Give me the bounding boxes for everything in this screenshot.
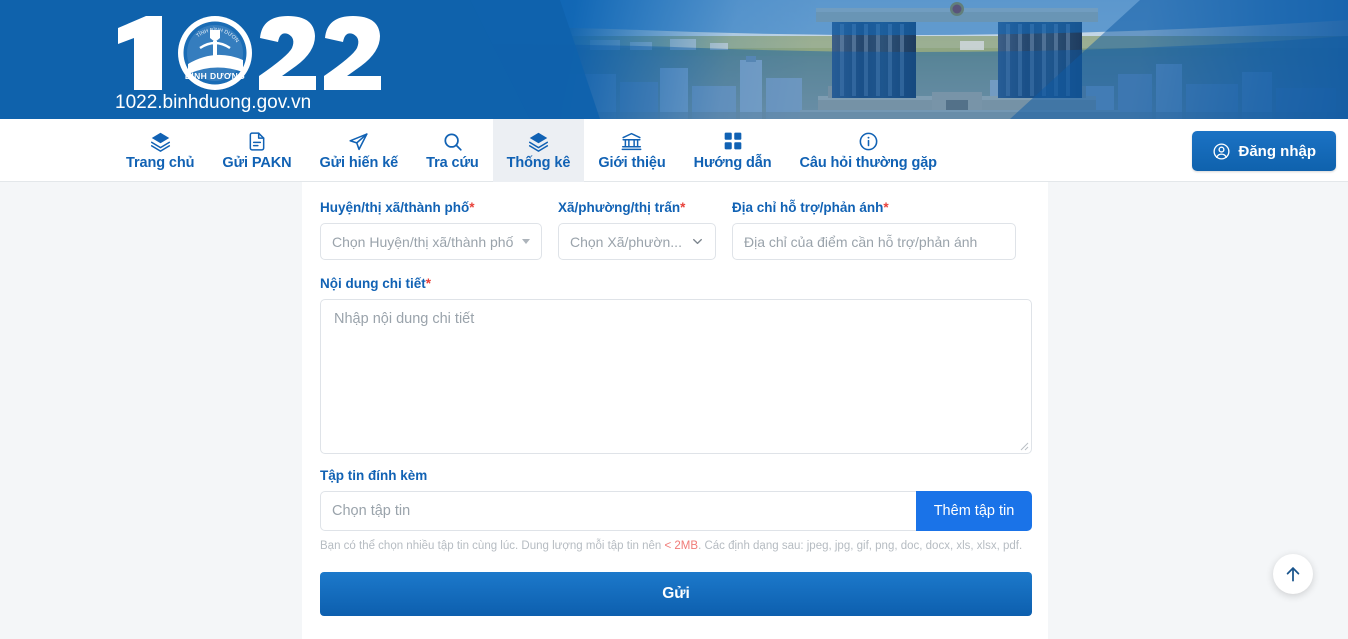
- site-header-banner: BÌNH DƯƠNG TỈNH BÌNH DƯƠNG 1022.binhduon…: [0, 0, 1348, 119]
- address-input[interactable]: Địa chỉ của điểm cần hỗ trợ/phản ánh: [732, 223, 1016, 260]
- required-mark: *: [883, 200, 889, 215]
- ward-select[interactable]: Chọn Xã/phườn...: [558, 223, 716, 260]
- nav-label: Hướng dẫn: [693, 155, 772, 171]
- nav-label: Tra cứu: [426, 155, 479, 171]
- nav-item-list: Trang chủ Gửi PAKN Gửi hiến kế Tra cứu T…: [112, 119, 951, 182]
- ward-label: Xã/phường/thị trấn*: [558, 200, 686, 215]
- nav-label: Câu hỏi thường gặp: [799, 155, 938, 171]
- nav-label: Giới thiệu: [598, 155, 666, 171]
- user-circle-icon: [1212, 142, 1231, 161]
- arrow-up-icon: [1283, 564, 1303, 584]
- feedback-form-card: Huyện/thị xã/thành phố* Chọn Huyện/thị x…: [302, 182, 1048, 639]
- district-field: Huyện/thị xã/thành phố* Chọn Huyện/thị x…: [320, 200, 542, 260]
- attachment-placeholder: Chọn tập tin: [332, 503, 411, 519]
- page-body: Huyện/thị xã/thành phố* Chọn Huyện/thị x…: [0, 182, 1348, 639]
- layers-icon: [527, 130, 549, 152]
- attachment-input[interactable]: Chọn tập tin: [320, 491, 916, 531]
- login-button-label: Đăng nhập: [1238, 142, 1317, 160]
- document-icon: [246, 130, 268, 152]
- svg-text:BÌNH DƯƠNG: BÌNH DƯƠNG: [185, 71, 245, 81]
- nav-item-cau-hoi-thuong-gap[interactable]: Câu hỏi thường gặp: [786, 119, 951, 182]
- attachment-label: Tập tin đính kèm: [320, 468, 428, 483]
- location-fields-row: Huyện/thị xã/thành phố* Chọn Huyện/thị x…: [320, 200, 1030, 260]
- district-label: Huyện/thị xã/thành phố*: [320, 200, 475, 215]
- required-mark: *: [680, 200, 686, 215]
- search-icon: [441, 130, 463, 152]
- submit-button[interactable]: Gửi: [320, 571, 1032, 616]
- info-icon: [857, 130, 879, 152]
- login-button[interactable]: Đăng nhập: [1191, 131, 1336, 171]
- logo-domain-text: 1022.binhduong.gov.vn: [115, 92, 311, 112]
- nav-item-trang-chu[interactable]: Trang chủ: [112, 119, 208, 182]
- ward-placeholder: Chọn Xã/phườn...: [570, 233, 682, 250]
- nav-item-gui-hien-ke[interactable]: Gửi hiến kế: [305, 119, 412, 182]
- content-field: Nội dung chi tiết* Nhập nội dung chi tiế…: [320, 276, 1032, 454]
- nav-label: Thống kê: [506, 155, 571, 171]
- attachment-helper-text: Bạn có thể chọn nhiều tập tin cùng lúc. …: [320, 539, 1032, 554]
- layers-icon: [149, 130, 171, 152]
- helper-suffix: . Các định dạng sau: jpeg, jpg, gif, png…: [698, 540, 1023, 552]
- attachment-row: Chọn tập tin Thêm tập tin: [320, 491, 1032, 531]
- nav-label: Gửi PAKN: [222, 155, 292, 171]
- nav-item-gui-pakn[interactable]: Gửi PAKN: [208, 119, 305, 182]
- address-field: Địa chỉ hỗ trợ/phản ánh* Địa chỉ của điể…: [732, 200, 1016, 260]
- attachment-field: Tập tin đính kèm Chọn tập tin Thêm tập t…: [320, 468, 1032, 554]
- add-file-button[interactable]: Thêm tập tin: [916, 491, 1032, 531]
- site-logo[interactable]: BÌNH DƯƠNG TỈNH BÌNH DƯƠNG 1022.binhduon…: [112, 8, 412, 112]
- ward-field: Xã/phường/thị trấn* Chọn Xã/phườn...: [558, 200, 716, 260]
- nav-item-huong-dan[interactable]: Hướng dẫn: [680, 119, 786, 182]
- required-mark: *: [469, 200, 475, 215]
- send-icon: [348, 130, 370, 152]
- main-navigation-bar: Trang chủ Gửi PAKN Gửi hiến kế Tra cứu T…: [0, 119, 1348, 182]
- district-placeholder: Chọn Huyện/thị xã/thành phố: [332, 233, 514, 250]
- content-label: Nội dung chi tiết*: [320, 276, 432, 291]
- nav-item-tra-cuu[interactable]: Tra cứu: [412, 119, 493, 182]
- chevron-down-icon: [691, 235, 704, 248]
- banner-cityscape-photo: [560, 0, 1348, 119]
- nav-item-thong-ke[interactable]: Thống kê: [492, 119, 585, 182]
- building-icon: [621, 130, 643, 152]
- district-select[interactable]: Chọn Huyện/thị xã/thành phố: [320, 223, 542, 260]
- required-mark: *: [425, 276, 432, 291]
- nav-label: Trang chủ: [126, 155, 195, 171]
- caret-down-icon: [522, 239, 530, 244]
- address-label: Địa chỉ hỗ trợ/phản ánh*: [732, 200, 889, 215]
- helper-size-limit: < 2MB: [664, 540, 699, 552]
- helper-prefix: Bạn có thể chọn nhiều tập tin cùng lúc. …: [320, 540, 665, 552]
- resize-handle-icon[interactable]: [1017, 439, 1029, 451]
- grid-icon: [722, 130, 744, 152]
- nav-label: Gửi hiến kế: [319, 155, 399, 171]
- address-placeholder: Địa chỉ của điểm cần hỗ trợ/phản ánh: [744, 233, 978, 250]
- scroll-to-top-button[interactable]: [1273, 554, 1313, 594]
- nav-item-gioi-thieu[interactable]: Giới thiệu: [584, 119, 679, 182]
- content-placeholder: Nhập nội dung chi tiết: [334, 311, 475, 327]
- content-textarea[interactable]: Nhập nội dung chi tiết: [320, 299, 1032, 454]
